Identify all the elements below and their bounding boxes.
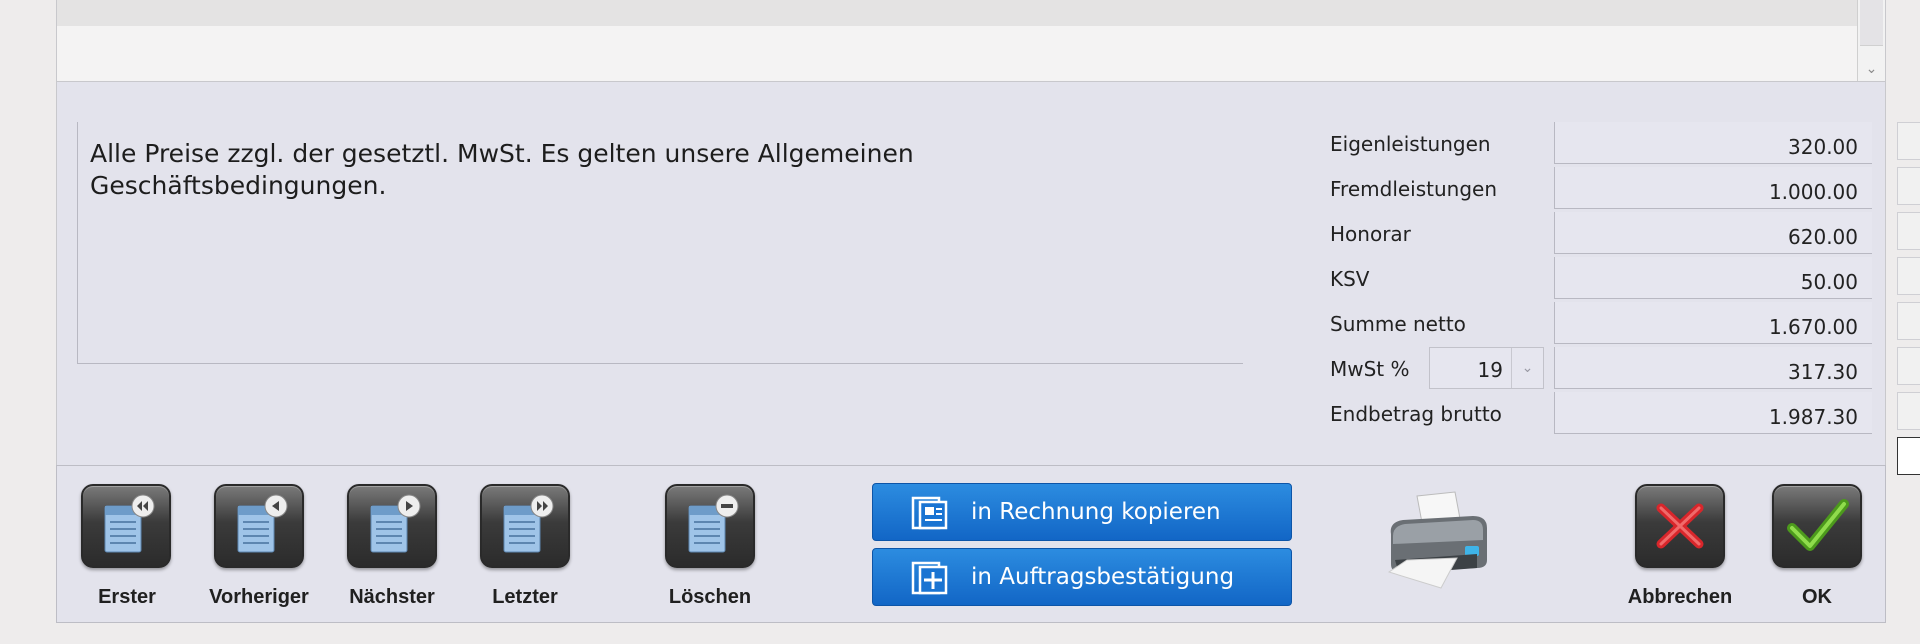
mwst-rate-select[interactable]: 19 ⌄ [1429,347,1544,389]
summary-label: KSV [1330,267,1370,291]
list-row[interactable] [57,0,1857,26]
copy-document-icon [911,496,948,530]
chevron-down-icon[interactable]: ⌄ [1511,348,1543,388]
side-field[interactable] [1897,167,1920,205]
mwst-rate-value: 19 [1477,358,1503,382]
scrollbar-thumb[interactable] [1860,0,1883,46]
last-record-button[interactable] [480,484,570,568]
note-line-1: Alle Preise zzgl. der gesetztl. MwSt. Es… [90,139,914,168]
summary-row-mwst: MwSt % 19 ⌄ 317.30 [1330,347,1872,389]
summary-label: Honorar [1330,222,1411,246]
side-field[interactable] [1897,392,1920,430]
summary-row-fremdleistungen: Fremdleistungen 1.000.00 [1330,167,1872,209]
summary-row-eigenleistungen: Eigenleistungen 320.00 [1330,122,1872,164]
printer-icon [1387,491,1487,589]
summary-label: Summe netto [1330,312,1466,336]
summary-value-field[interactable]: 1.000.00 [1554,167,1872,209]
summary-row-summe-netto: Summe netto 1.670.00 [1330,302,1872,344]
summary-row-honorar: Honorar 620.00 [1330,212,1872,254]
list-scrollbar[interactable]: ⌄ [1857,0,1885,81]
chevron-down-icon[interactable]: ⌄ [1858,59,1885,77]
note-line-2: Geschäftsbedingungen. [90,171,387,200]
add-document-icon [911,561,948,595]
footer-note-text: Alle Preise zzgl. der gesetztl. MwSt. Es… [90,138,1190,202]
first-record-button[interactable] [81,484,171,568]
side-field[interactable] [1897,437,1920,475]
green-check-icon [1787,499,1849,551]
summary-label: Endbetrag brutto [1330,402,1502,426]
summary-value-field[interactable]: 1.987.30 [1554,392,1872,434]
side-field[interactable] [1897,347,1920,385]
document-next-icon [370,494,421,553]
summary-value-field[interactable]: 317.30 [1554,347,1872,389]
footer-note-field[interactable]: Alle Preise zzgl. der gesetztl. MwSt. Es… [77,122,1243,364]
summary-value: 1.987.30 [1768,405,1858,429]
cancel-label[interactable]: Abbrechen [1610,586,1750,609]
summary-label: Fremdleistungen [1330,177,1498,201]
next-record-label[interactable]: Nächster [322,586,462,609]
summary-row-endbetrag: Endbetrag brutto 1.987.30 [1330,392,1872,434]
summary-value: 317.30 [1788,360,1858,384]
red-x-icon [1656,503,1704,549]
side-field[interactable] [1897,257,1920,295]
delete-record-button[interactable] [665,484,755,568]
side-field[interactable] [1897,122,1920,160]
document-last-icon [503,494,554,553]
copy-to-invoice-button[interactable]: in Rechnung kopieren [872,483,1292,541]
previous-record-label[interactable]: Vorheriger [189,586,329,609]
summary-value: 1.670.00 [1768,315,1858,339]
summary-value: 1.000.00 [1768,180,1858,204]
document-delete-icon [688,494,739,553]
ok-button[interactable] [1772,484,1862,568]
summary-row-ksv: KSV 50.00 [1330,257,1872,299]
summary-value-field[interactable]: 620.00 [1554,212,1872,254]
order-confirmation-button[interactable]: in Auftragsbestätigung [872,548,1292,606]
order-confirmation-label: in Auftragsbestätigung [971,564,1235,590]
summary-value-field[interactable]: 1.670.00 [1554,302,1872,344]
cancel-button[interactable] [1635,484,1725,568]
last-record-label[interactable]: Letzter [455,586,595,609]
items-list[interactable]: ⌄ [56,0,1886,82]
document-footer-panel: Alle Preise zzgl. der gesetztl. MwSt. Es… [56,82,1886,465]
side-field[interactable] [1897,302,1920,340]
summary-value: 50.00 [1800,270,1858,294]
summary-label: MwSt % [1330,357,1410,381]
side-field[interactable] [1897,212,1920,250]
summary-value-field[interactable]: 50.00 [1554,257,1872,299]
ok-label[interactable]: OK [1747,586,1887,609]
delete-record-label[interactable]: Löschen [640,586,780,609]
copy-to-invoice-label: in Rechnung kopieren [971,499,1221,525]
summary-value: 620.00 [1788,225,1858,249]
summary-value: 320.00 [1788,135,1858,159]
document-first-icon [104,494,155,553]
bottom-toolbar: Erster Vorheriger Nächster Letzter Lösch… [56,465,1886,623]
first-record-label[interactable]: Erster [57,586,197,609]
next-record-button[interactable] [347,484,437,568]
summary-value-field[interactable]: 320.00 [1554,122,1872,164]
summary-label: Eigenleistungen [1330,132,1491,156]
previous-record-button[interactable] [214,484,304,568]
document-previous-icon [237,494,288,553]
print-button[interactable] [1377,488,1497,603]
